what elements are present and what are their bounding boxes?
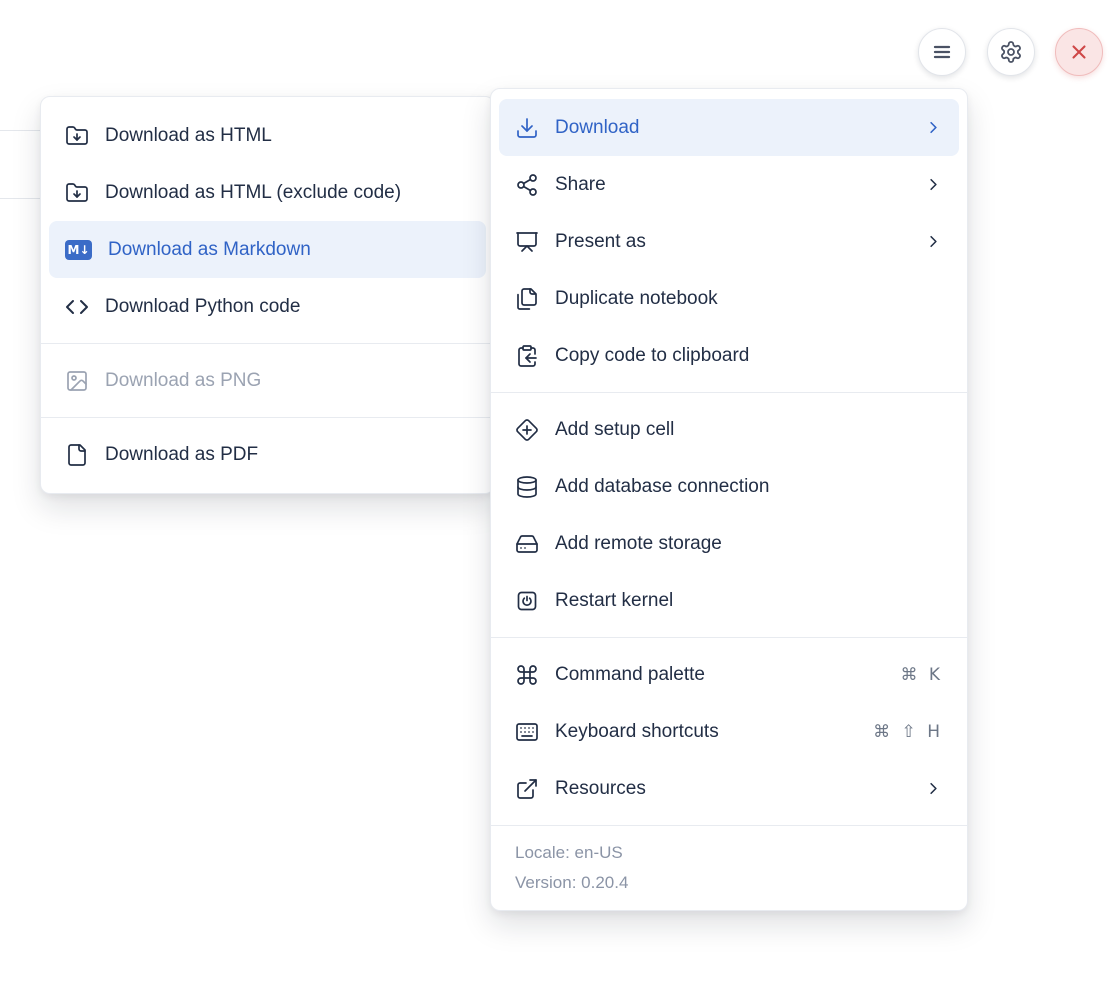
external-link-icon bbox=[515, 777, 539, 801]
menu-item-label: Share bbox=[555, 174, 908, 196]
menu-item-share[interactable]: Share bbox=[491, 156, 967, 213]
menu-item-label: Download as HTML bbox=[105, 125, 470, 147]
menu-item-label: Add remote storage bbox=[555, 533, 943, 555]
chevron-right-icon bbox=[924, 232, 943, 251]
menu-item-label: Duplicate notebook bbox=[555, 288, 943, 310]
menu-footer: Locale: en-US Version: 0.20.4 bbox=[491, 826, 967, 910]
share-icon bbox=[515, 173, 539, 197]
menu-item-add-remote-storage[interactable]: Add remote storage bbox=[491, 515, 967, 572]
menu-item-download-as-html-exclude-code[interactable]: Download as HTML (exclude code) bbox=[41, 164, 494, 221]
menu-item-label: Keyboard shortcuts bbox=[555, 721, 857, 743]
menu-separator bbox=[491, 392, 967, 393]
diamond-plus-icon bbox=[515, 418, 539, 442]
close-icon bbox=[1068, 41, 1090, 63]
presentation-icon bbox=[515, 230, 539, 254]
version-text: Version: 0.20.4 bbox=[515, 868, 943, 898]
settings-button[interactable] bbox=[987, 28, 1035, 76]
menu-item-label: Restart kernel bbox=[555, 590, 943, 612]
close-button[interactable] bbox=[1055, 28, 1103, 76]
menu-item-label: Add database connection bbox=[555, 476, 943, 498]
menu-item-download-as-html[interactable]: Download as HTML bbox=[41, 107, 494, 164]
folder-down-icon bbox=[65, 181, 89, 205]
menu-item-add-database-connection[interactable]: Add database connection bbox=[491, 458, 967, 515]
menu-item-label: Download bbox=[555, 117, 908, 139]
menu-item-resources[interactable]: Resources bbox=[491, 760, 967, 817]
menu-item-label: Download Python code bbox=[105, 296, 470, 318]
file-icon bbox=[65, 443, 89, 467]
menu-item-restart-kernel[interactable]: Restart kernel bbox=[491, 572, 967, 629]
menu-separator bbox=[41, 343, 494, 344]
menu-item-label: Download as PDF bbox=[105, 444, 470, 466]
folder-down-icon bbox=[65, 124, 89, 148]
menu-item-present-as[interactable]: Present as bbox=[491, 213, 967, 270]
menu-item-download-as-png: Download as PNG bbox=[41, 352, 494, 409]
menu-separator bbox=[41, 417, 494, 418]
chevron-right-icon bbox=[924, 779, 943, 798]
image-icon bbox=[65, 369, 89, 393]
menu-item-download-as-pdf[interactable]: Download as PDF bbox=[41, 426, 494, 483]
code-icon bbox=[65, 295, 89, 319]
menu-item-label: Download as Markdown bbox=[108, 239, 470, 261]
download-submenu: Download as HTML Download as HTML (exclu… bbox=[40, 96, 495, 494]
locale-text: Locale: en-US bbox=[515, 838, 943, 868]
menu-item-label: Command palette bbox=[555, 664, 884, 686]
keyboard-icon bbox=[515, 720, 539, 744]
menu-separator bbox=[491, 637, 967, 638]
menu-item-add-setup-cell[interactable]: Add setup cell bbox=[491, 401, 967, 458]
command-icon bbox=[515, 663, 539, 687]
menu-item-command-palette[interactable]: Command palette ⌘ K bbox=[491, 646, 967, 703]
duplicate-files-icon bbox=[515, 287, 539, 311]
menu-item-download-python-code[interactable]: Download Python code bbox=[41, 278, 494, 335]
hamburger-menu-icon bbox=[930, 40, 954, 64]
menu-item-label: Present as bbox=[555, 231, 908, 253]
markdown-icon: M↓ bbox=[65, 240, 92, 260]
chevron-right-icon bbox=[924, 118, 943, 137]
menu-item-label: Download as PNG bbox=[105, 370, 470, 392]
menu-item-label: Copy code to clipboard bbox=[555, 345, 943, 367]
menu-item-copy-code-to-clipboard[interactable]: Copy code to clipboard bbox=[491, 327, 967, 384]
chevron-right-icon bbox=[924, 175, 943, 194]
menu-item-download[interactable]: Download bbox=[499, 99, 959, 156]
menu-item-duplicate-notebook[interactable]: Duplicate notebook bbox=[491, 270, 967, 327]
menu-item-label: Resources bbox=[555, 778, 908, 800]
hard-drive-icon bbox=[515, 532, 539, 556]
hamburger-menu-button[interactable] bbox=[918, 28, 966, 76]
clipboard-copy-icon bbox=[515, 344, 539, 368]
notebook-actions-menu: Download Share Present as Duplicate note… bbox=[490, 88, 968, 911]
menu-item-download-as-markdown[interactable]: M↓ Download as Markdown bbox=[49, 221, 486, 278]
menu-item-label: Add setup cell bbox=[555, 419, 943, 441]
gear-icon bbox=[999, 40, 1023, 64]
shortcut-hint: ⌘ ⇧ H bbox=[873, 722, 943, 742]
menu-item-keyboard-shortcuts[interactable]: Keyboard shortcuts ⌘ ⇧ H bbox=[491, 703, 967, 760]
power-square-icon bbox=[515, 589, 539, 613]
download-icon bbox=[515, 116, 539, 140]
background-rule-line bbox=[0, 198, 41, 199]
database-icon bbox=[515, 475, 539, 499]
menu-item-label: Download as HTML (exclude code) bbox=[105, 182, 470, 204]
background-rule-line bbox=[0, 130, 41, 131]
shortcut-hint: ⌘ K bbox=[900, 665, 943, 685]
